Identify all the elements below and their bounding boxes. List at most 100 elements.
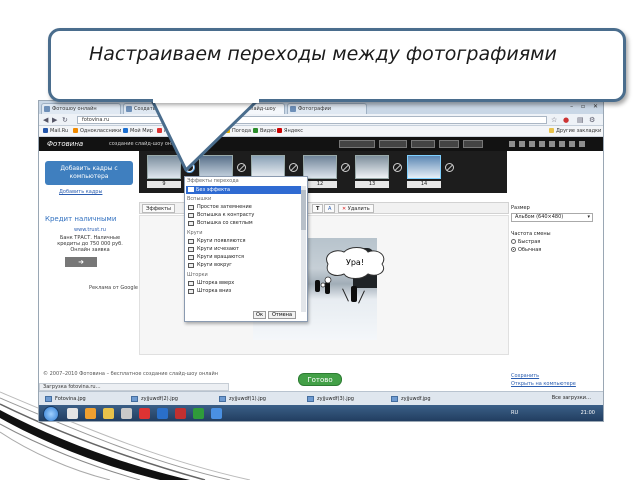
dropdown-group-title: Вспышки (187, 196, 212, 202)
footer-copyright: © 2007–2010 Фотовина – бесплатное создан… (43, 371, 218, 377)
transition-icon[interactable] (289, 163, 298, 172)
taskbar-app-icon[interactable] (157, 408, 168, 419)
bookmark-item[interactable]: Погода (225, 128, 251, 135)
dropdown-option-selected[interactable]: Без эффекта (186, 186, 305, 194)
toolbar-icon[interactable] (529, 141, 535, 147)
browser-tab[interactable]: Создать фотошоу (123, 103, 203, 114)
toolbar-icon[interactable] (519, 141, 525, 147)
app-tagline: создание слайд-шоу онлайн (109, 141, 184, 147)
wrench-icon[interactable]: ⚙ (589, 116, 595, 124)
delete-button[interactable]: ✕ Удалить (338, 204, 374, 213)
cancel-button[interactable]: Отмена (268, 311, 296, 319)
save-link[interactable]: Сохранить (511, 373, 539, 379)
download-item[interactable]: zyjjuwdf(3).jpg (307, 395, 354, 403)
page-menu-icon[interactable]: ▤ (577, 116, 584, 124)
bookmark-item[interactable]: Новости (157, 128, 186, 135)
bookmarks-bar: Mail.Ru Одноклассники Мой Мир Новости Иг… (39, 126, 603, 137)
toolbar-icon[interactable] (579, 141, 585, 147)
size-select[interactable]: Альбом (640×480) ▾ (511, 213, 593, 222)
dropdown-option[interactable]: Круги вокруг (188, 262, 232, 269)
taskbar-app-icon[interactable] (67, 408, 78, 419)
transition-effects-dropdown[interactable]: Эффекты перехода Без эффекта Вспышки Про… (184, 176, 308, 322)
toolbar-icon[interactable] (569, 141, 575, 147)
bookmark-item[interactable]: Видео (253, 128, 276, 135)
photo-thumbnail[interactable] (303, 155, 337, 179)
window-controls[interactable]: – ▫ ✕ (570, 103, 601, 110)
font-color-button[interactable]: A (324, 204, 336, 213)
open-link[interactable]: Открыть на компьютере (511, 381, 576, 387)
add-frames-button[interactable]: Добавить кадры с компьютера (45, 161, 133, 185)
text-tool-button[interactable]: Т (312, 204, 324, 213)
transition-icon[interactable] (341, 163, 350, 172)
browser-tab[interactable]: Фотографии (287, 103, 367, 114)
add-frames-link[interactable]: Добавить кадры (59, 189, 102, 195)
photo-thumbnail-selected[interactable] (407, 155, 441, 179)
dropdown-option[interactable]: Круги исчезают (188, 246, 239, 253)
ad-arrow-button[interactable]: ➜ (65, 257, 97, 267)
bookmark-item[interactable]: Мой Мир (123, 128, 153, 135)
toolbar-icon[interactable] (539, 141, 545, 147)
bookmark-item[interactable]: Mail.Ru (43, 128, 68, 135)
language-indicator[interactable]: RU (511, 410, 518, 416)
taskbar-app-icon[interactable] (121, 408, 132, 419)
start-button-icon[interactable] (43, 406, 59, 421)
download-item[interactable]: Fotovina.jpg (45, 395, 86, 403)
download-item[interactable]: zyjjuwdf(1).jpg (219, 395, 266, 403)
dropdown-option[interactable]: Шторка вверх (188, 280, 234, 287)
download-item[interactable]: zyjjuwdf.jpg (391, 395, 431, 403)
taskbar-app-icon[interactable] (85, 408, 96, 419)
bookmark-item[interactable]: Яндекс (277, 128, 303, 135)
scrollbar-thumb[interactable] (301, 190, 306, 230)
header-control[interactable] (439, 140, 459, 148)
photo-thumbnail[interactable] (355, 155, 389, 179)
browser-tab-active[interactable]: Фотовина – слайд-шоу (205, 103, 285, 114)
header-control[interactable] (411, 140, 435, 148)
taskbar-app-icon[interactable] (211, 408, 222, 419)
taskbar-app-icon[interactable] (175, 408, 186, 419)
taskbar-app-icon[interactable] (139, 408, 150, 419)
dropdown-option[interactable]: Круги вращаются (188, 254, 244, 261)
back-icon[interactable]: ◀ (43, 116, 48, 124)
other-bookmarks[interactable]: Другие закладки (549, 128, 601, 135)
speed-radio-fast[interactable]: Быстрая (511, 239, 540, 245)
dropdown-option[interactable]: Простое затемнение (188, 204, 252, 211)
taskbar-app-icon[interactable] (193, 408, 204, 419)
dropdown-option[interactable]: Вспышка к контрасту (188, 212, 254, 219)
bookmark-item[interactable]: Игры (199, 128, 220, 135)
download-item[interactable]: zyjjuwdf(2).jpg (131, 395, 178, 403)
done-button[interactable]: Готово (298, 373, 342, 386)
ok-button[interactable]: Ок (253, 311, 266, 319)
photo-thumbnail[interactable] (147, 155, 181, 179)
dropdown-option[interactable]: Круги появляются (188, 238, 246, 245)
ad-title[interactable]: Кредит наличными (45, 215, 116, 223)
toolbar-icon[interactable] (509, 141, 515, 147)
all-downloads-link[interactable]: Все загрузки… (552, 395, 591, 401)
dropdown-scrollbar[interactable] (301, 186, 306, 312)
header-control[interactable] (379, 140, 407, 148)
bookmark-icon (73, 128, 78, 133)
extension-icon[interactable]: ● (563, 116, 569, 124)
effects-button[interactable]: Эффекты (142, 204, 175, 213)
ad-url[interactable]: www.trust.ru (45, 227, 135, 233)
transition-icon-active[interactable] (185, 163, 194, 172)
bookmark-item[interactable]: Одноклассники (73, 128, 121, 135)
taskbar-app-icon[interactable] (103, 408, 114, 419)
transition-icon[interactable] (445, 163, 454, 172)
app-logo[interactable]: Фотовина (47, 140, 83, 148)
reload-icon[interactable]: ↻ (62, 116, 68, 124)
browser-tab[interactable]: Фотошоу онлайн (41, 103, 121, 114)
transition-icon[interactable] (237, 163, 246, 172)
header-control[interactable] (463, 140, 483, 148)
speech-bubble-text: Ура! (345, 258, 365, 267)
url-input[interactable]: fotovina.ru (77, 116, 547, 124)
forward-icon[interactable]: ▶ (52, 116, 57, 124)
file-icon (131, 396, 138, 402)
dropdown-option[interactable]: Вспышка со светлым (188, 220, 253, 227)
star-icon[interactable]: ☆ (551, 116, 557, 124)
toolbar-icon[interactable] (559, 141, 565, 147)
speed-radio-normal[interactable]: Обычная (511, 247, 541, 253)
dropdown-option[interactable]: Шторка вниз (188, 288, 231, 295)
transition-icon[interactable] (393, 163, 402, 172)
toolbar-icon[interactable] (549, 141, 555, 147)
header-control[interactable] (339, 140, 375, 148)
